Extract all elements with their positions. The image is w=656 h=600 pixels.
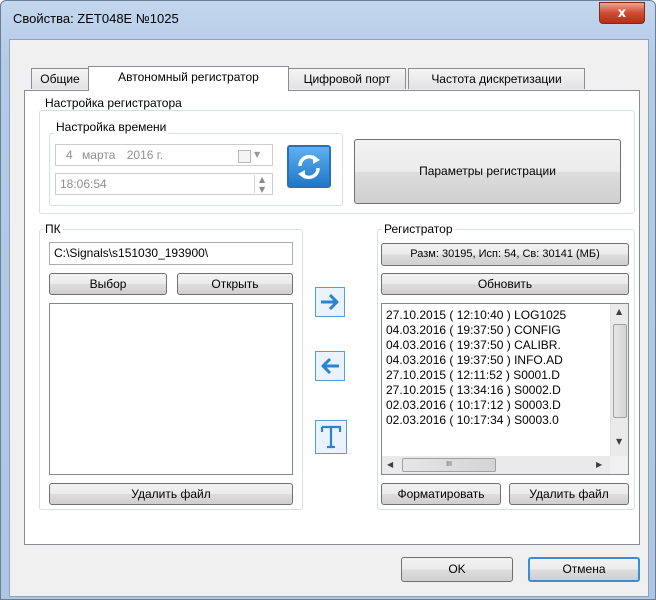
sync-time-button[interactable]	[287, 145, 331, 188]
list-item[interactable]: 27.10.2015 ( 12:10:40 ) LOG1025	[386, 308, 566, 322]
tab-digital-port[interactable]: Цифровой порт	[288, 68, 406, 89]
recorder-file-list[interactable]: 27.10.2015 ( 12:10:40 ) LOG1025 04.03.20…	[381, 303, 629, 475]
pc-group-label: ПК	[43, 222, 63, 236]
date-checkbox[interactable]	[238, 150, 251, 163]
date-picker[interactable]: 4 марта 2016 г. ▼	[55, 144, 273, 166]
scroll-down-icon[interactable]: ▼	[616, 437, 622, 446]
vertical-scroll-thumb[interactable]	[613, 324, 627, 418]
recorder-delete-file-button[interactable]: Удалить файл	[509, 483, 629, 505]
date-year: 2016 г.	[126, 148, 164, 162]
refresh-button[interactable]: Обновить	[381, 273, 629, 295]
arrow-left-icon	[321, 357, 339, 375]
date-month: марта	[82, 148, 116, 162]
horizontal-scrollbar[interactable]: ◀ III ▶	[382, 456, 610, 474]
title-bar: Свойства: ZET048E №1025 x	[1, 1, 655, 39]
transfer-to-recorder-button[interactable]	[315, 287, 345, 317]
time-spinner[interactable]: ▲ ▼	[254, 175, 271, 194]
choose-button[interactable]: Выбор	[49, 273, 167, 295]
recorder-settings-label: Настройка регистратора	[43, 96, 184, 110]
sync-icon	[298, 154, 320, 179]
close-icon: x	[617, 5, 627, 21]
tab-sampling-rate[interactable]: Частота дискретизации	[408, 68, 585, 89]
recorder-group-label: Регистратор	[382, 222, 455, 236]
window-title: Свойства: ZET048E №1025	[13, 11, 179, 26]
text-view-button[interactable]	[315, 420, 347, 454]
open-button[interactable]: Открыть	[177, 273, 293, 295]
tab-general[interactable]: Общие	[31, 68, 89, 89]
registration-params-button[interactable]: Параметры регистрации	[354, 139, 621, 204]
tab-autonomous-recorder[interactable]: Автономный регистратор	[88, 66, 289, 91]
close-button[interactable]: x	[599, 2, 645, 24]
pc-delete-file-button[interactable]: Удалить файл	[49, 483, 293, 505]
spin-down-icon[interactable]: ▼	[259, 180, 265, 194]
ok-button[interactable]: OK	[401, 557, 513, 582]
time-settings-label: Настройка времени	[54, 120, 169, 134]
recorder-size-info: Разм: 30195, Исп: 54, Св: 30141 (МБ)	[381, 243, 629, 266]
format-button[interactable]: Форматировать	[381, 483, 501, 505]
cancel-button[interactable]: Отмена	[528, 557, 640, 582]
list-item[interactable]: 04.03.2016 ( 19:37:50 ) CONFIG	[386, 323, 561, 337]
list-item[interactable]: 04.03.2016 ( 19:37:50 ) INFO.AD	[386, 353, 563, 367]
scroll-left-icon[interactable]: ◀	[387, 460, 393, 469]
transfer-to-pc-button[interactable]	[315, 351, 345, 381]
vertical-scrollbar[interactable]: ▲ ▼	[610, 304, 628, 456]
scroll-right-icon[interactable]: ▶	[596, 460, 602, 469]
pc-path-field[interactable]: C:\Signals\s151030_193900\	[49, 242, 293, 265]
scroll-up-icon[interactable]: ▲	[616, 307, 622, 316]
horizontal-scroll-thumb[interactable]: III	[402, 458, 496, 472]
list-item[interactable]: 02.03.2016 ( 10:17:12 ) S0003.D	[386, 398, 561, 412]
list-item[interactable]: 04.03.2016 ( 19:37:50 ) CALIBR.	[386, 338, 561, 352]
pc-file-list[interactable]	[49, 303, 293, 475]
list-item[interactable]: 27.10.2015 ( 12:11:52 ) S0001.D	[386, 368, 560, 382]
scrollbar-corner	[610, 456, 628, 474]
date-day: 4	[66, 148, 73, 162]
chevron-down-icon[interactable]: ▼	[254, 145, 260, 165]
time-field[interactable]: 18:06:54 ▲ ▼	[55, 173, 273, 195]
list-item[interactable]: 02.03.2016 ( 10:17:34 ) S0003.0	[386, 413, 559, 427]
arrow-right-icon	[321, 293, 339, 311]
time-value: 18:06:54	[60, 177, 107, 191]
list-item[interactable]: 27.10.2015 ( 13:34:16 ) S0002.D	[386, 383, 561, 397]
text-t-icon	[320, 425, 342, 449]
